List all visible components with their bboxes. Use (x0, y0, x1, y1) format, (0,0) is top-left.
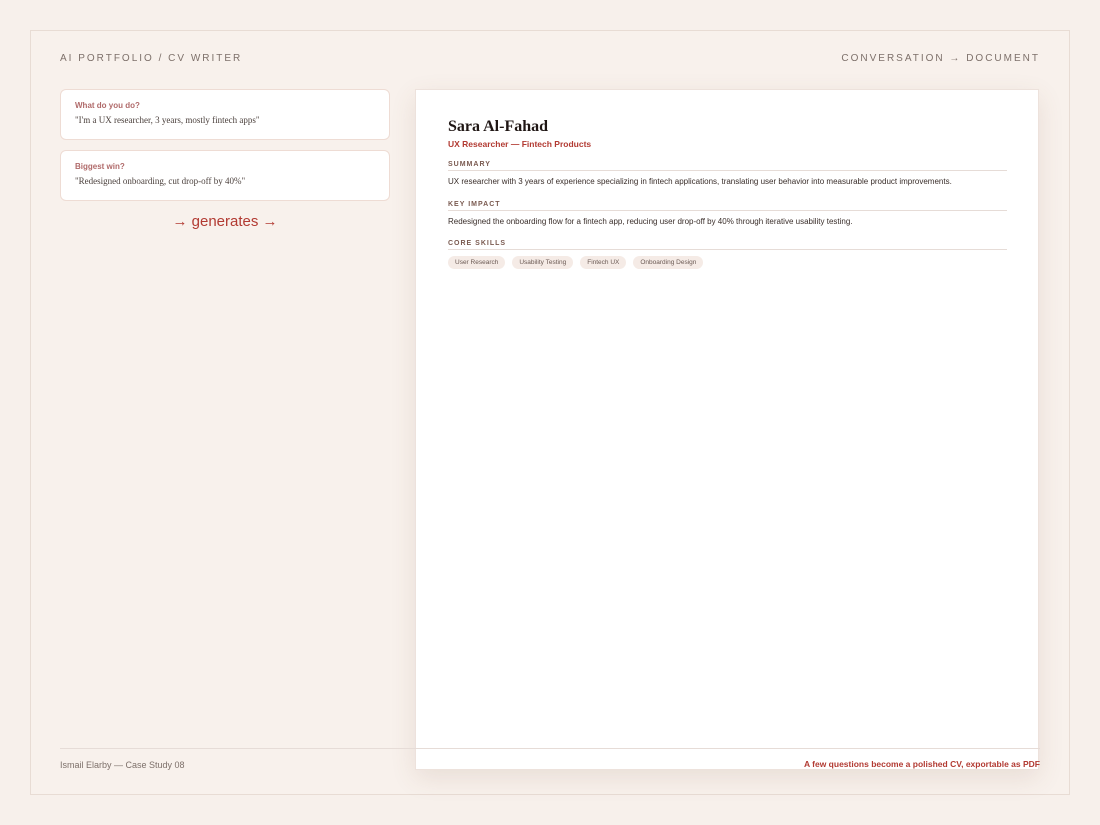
question-card-role[interactable]: What do you do? "I'm a UX researcher, 3 … (60, 89, 390, 140)
footer-tagline: A few questions become a polished CV, ex… (803, 759, 1040, 769)
question-label: What do you do? (75, 101, 140, 110)
app-title: AI PORTFOLIO / CV WRITER (60, 53, 243, 64)
skill-chip: Fintech UX (580, 256, 627, 270)
cv-name: Sara Al-Fahad (448, 118, 549, 135)
impact-heading: KEY IMPACT (448, 201, 1007, 211)
impact-text: Redesigned the onboarding flow for a fin… (448, 216, 853, 226)
skills-list: User Research Usability Testing Fintech … (448, 256, 1007, 270)
answer-text: "I'm a UX researcher, 3 years, mostly fi… (75, 115, 260, 125)
summary-text: UX researcher with 3 years of experience… (448, 177, 952, 186)
skill-chip: Onboarding Design (633, 256, 704, 270)
cv-document: Sara Al-Fahad UX Researcher — Fintech Pr… (415, 89, 1039, 770)
skill-chip: Usability Testing (512, 256, 574, 270)
question-card-win[interactable]: Biggest win? "Redesigned onboarding, cut… (60, 150, 390, 201)
question-label: Biggest win? (75, 162, 125, 171)
skill-chip: User Research (448, 256, 506, 270)
flow-label: CONVERSATION → DOCUMENT (841, 53, 1040, 64)
footer-divider (60, 748, 1040, 749)
footer-credit: Ismail Elarby — Case Study 08 (60, 760, 185, 770)
cv-role: UX Researcher — Fintech Products (448, 139, 592, 149)
skills-heading: CORE SKILLS (448, 240, 1007, 251)
generates-arrow-label: → generates → (172, 213, 278, 230)
answer-text: "Redesigned onboarding, cut drop-off by … (75, 176, 246, 186)
summary-heading: SUMMARY (448, 161, 1007, 171)
